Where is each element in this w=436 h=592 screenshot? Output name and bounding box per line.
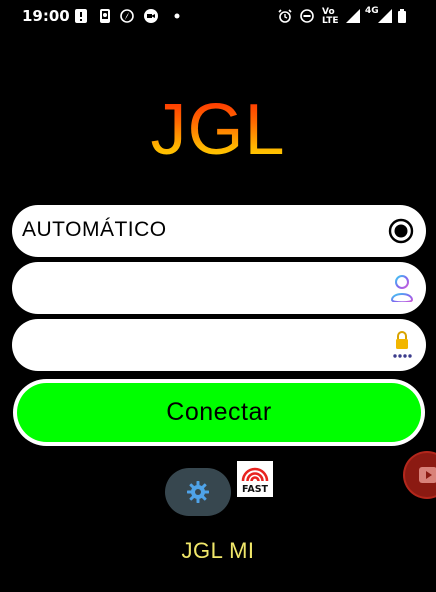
video-camera-icon [144,9,158,23]
battery-icon [397,9,407,23]
gear-icon [187,481,209,503]
app-logo: JGL [0,90,436,170]
signal-strength-icon-2 [378,9,392,23]
youtube-icon [419,467,436,483]
phone-sync-icon [98,9,112,23]
network-type-label: 4G [365,6,379,16]
radio-selected-icon[interactable] [388,218,414,244]
mode-selector[interactable]: AUTOMÁTICO [12,205,426,257]
connect-button[interactable]: Conectar [13,379,425,446]
do-not-disturb-icon [300,9,314,23]
password-field[interactable] [12,319,426,371]
compass-icon [120,9,134,23]
alarm-icon [278,9,292,23]
user-profile-icon [390,274,414,302]
settings-button[interactable] [165,468,231,516]
username-input[interactable] [26,272,380,306]
mode-value: AUTOMÁTICO [22,218,167,241]
connect-button-label: Conectar [17,383,421,442]
volte-indicator: Vo LTE [322,7,339,26]
clock: 19:00 [22,7,70,25]
fast-speedtest-icon: FAST [237,461,273,497]
alert-notification-icon [74,9,88,23]
svg-text:FAST: FAST [242,484,269,495]
password-input[interactable] [26,329,380,363]
status-bar: 19:00 Vo LTE 4G [0,0,436,34]
speedtest-button[interactable]: FAST [237,461,273,497]
floating-youtube-button[interactable] [405,453,436,497]
footer-label: JGL MI [181,538,255,563]
lock-dots-icon [390,330,414,360]
notification-dot-icon [170,9,184,23]
username-field[interactable] [12,262,426,314]
signal-strength-icon [346,9,360,23]
